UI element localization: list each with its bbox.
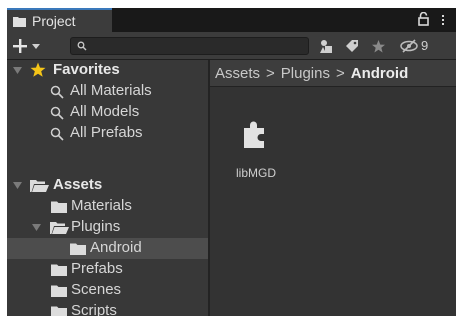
breadcrumb-assets[interactable]: Assets — [215, 65, 260, 82]
breadcrumb-separator: > — [335, 64, 345, 82]
asset-label: libMGD — [235, 166, 276, 180]
tree-item-all-models[interactable]: All Models — [7, 102, 208, 123]
tab-label: Project — [32, 13, 76, 29]
tree-item-scenes[interactable]: Scenes — [7, 280, 208, 301]
open-folder-icon — [30, 180, 49, 192]
search-icon — [77, 41, 87, 51]
tree-item-label: Assets — [53, 176, 103, 193]
search-field[interactable] — [70, 37, 309, 55]
plus-icon — [13, 39, 27, 53]
tree-item-plugins[interactable]: Plugins — [7, 217, 208, 238]
search-icon — [50, 106, 64, 120]
tree-item-label: Favorites — [53, 61, 120, 78]
folder-icon — [51, 201, 67, 213]
tree-item-label: Materials — [71, 197, 132, 214]
expand-arrow-icon[interactable] — [13, 67, 22, 75]
tree-item-label: Scenes — [71, 281, 122, 298]
content-pane: Assets > Plugins > Android libMGD — [210, 60, 456, 316]
folder-icon — [51, 264, 67, 276]
expand-arrow-icon[interactable] — [32, 224, 41, 232]
breadcrumb-plugins[interactable]: Plugins — [281, 65, 330, 82]
expand-arrow-icon[interactable] — [13, 182, 22, 190]
tree-item-all-materials[interactable]: All Materials — [7, 81, 208, 102]
filter-by-type-icon[interactable] — [319, 39, 335, 54]
search-input[interactable] — [91, 38, 301, 54]
tab-project[interactable]: Project — [7, 8, 112, 32]
toolbar: 9 — [7, 32, 456, 60]
tree-item-materials[interactable]: Materials — [7, 196, 208, 217]
asset-item[interactable]: libMGD — [216, 120, 296, 186]
hidden-packages-count: 9 — [421, 38, 429, 53]
tree-item-label: All Materials — [70, 82, 152, 99]
folder-tree: Favorites All Materials All Models All P… — [7, 60, 208, 316]
tree-item-prefabs[interactable]: Prefabs — [7, 259, 208, 280]
lock-icon[interactable] — [418, 12, 429, 26]
breadcrumb-android[interactable]: Android — [351, 65, 409, 82]
kebab-menu-icon[interactable] — [438, 14, 452, 26]
dropdown-arrow-icon — [32, 44, 40, 49]
create-button[interactable] — [11, 35, 53, 57]
tree-item-favorites[interactable]: Favorites — [7, 60, 208, 81]
plugin-icon — [244, 121, 264, 148]
breadcrumb: Assets > Plugins > Android — [210, 60, 456, 87]
tree-item-label: All Prefabs — [70, 124, 143, 141]
star-icon — [30, 62, 46, 77]
star-icon[interactable] — [371, 39, 386, 54]
search-icon — [50, 85, 64, 99]
folder-icon — [70, 243, 86, 255]
folder-icon — [51, 306, 67, 316]
tree-item-assets[interactable]: Assets — [7, 175, 208, 196]
tree-item-label: Plugins — [71, 218, 121, 235]
tree-item-label: Scripts — [71, 302, 117, 316]
filter-by-label-icon[interactable] — [345, 39, 360, 54]
tree-item-all-prefabs[interactable]: All Prefabs — [7, 123, 208, 144]
tree-item-android[interactable]: Android — [7, 238, 208, 259]
tree-item-scripts[interactable]: Scripts — [7, 301, 208, 316]
breadcrumb-separator: > — [266, 64, 275, 82]
folder-icon — [13, 16, 26, 27]
hidden-packages-icon[interactable] — [399, 39, 419, 53]
tab-bar: Project — [7, 8, 456, 32]
project-window: Project 9 Favorites All Materials All Mo… — [7, 8, 456, 316]
folder-icon — [51, 285, 67, 297]
tree-item-label: Prefabs — [71, 260, 123, 277]
open-folder-icon — [50, 222, 69, 234]
tree-item-label: All Models — [70, 103, 140, 120]
tree-item-label: Android — [90, 239, 142, 256]
search-icon — [50, 127, 64, 141]
